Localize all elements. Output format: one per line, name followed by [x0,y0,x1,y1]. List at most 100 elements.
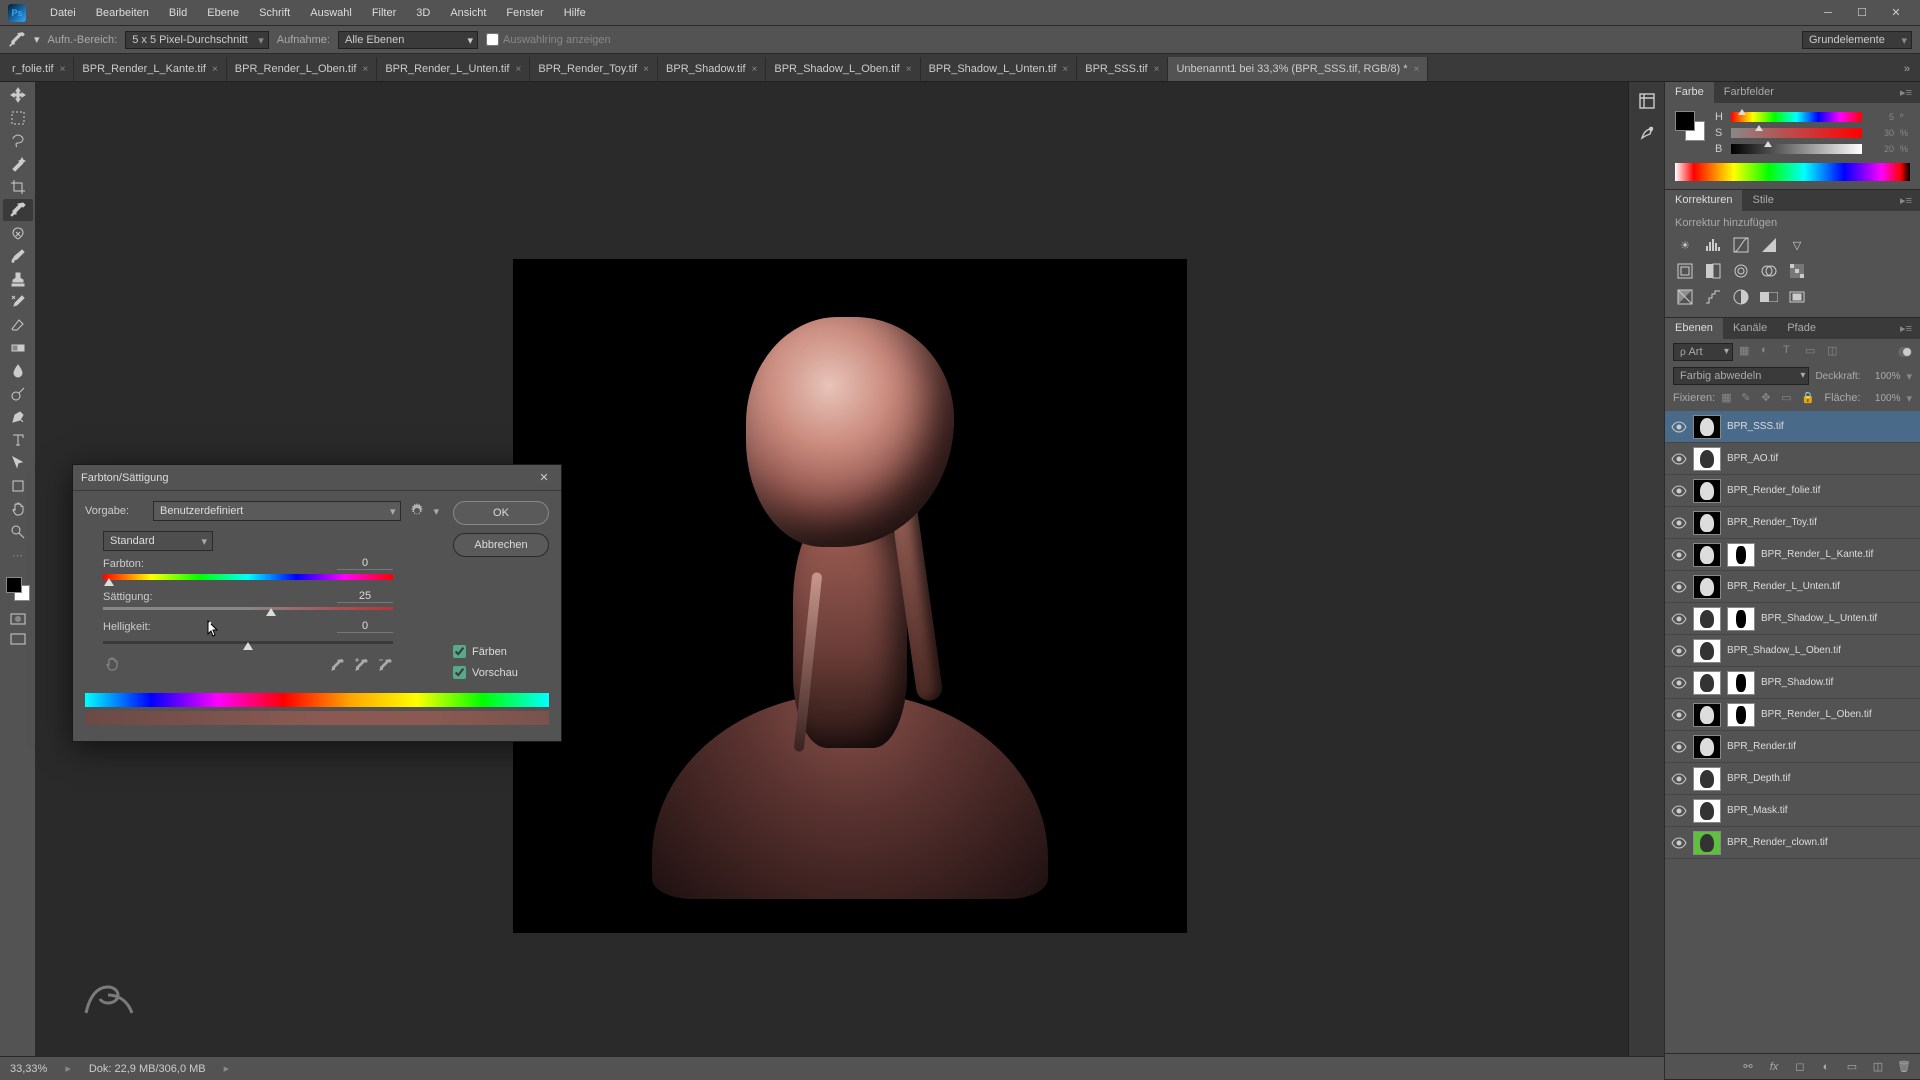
menu-bild[interactable]: Bild [159,3,197,23]
hue-icon[interactable] [1675,261,1695,281]
tab-styles[interactable]: Stile [1742,190,1783,211]
lasso-tool[interactable] [3,130,33,152]
preset-select[interactable]: Benutzerdefiniert [153,501,401,521]
layer-thumb[interactable] [1693,511,1721,535]
document-tab[interactable]: BPR_Shadow.tif× [658,57,766,81]
document-tab[interactable]: BPR_Render_L_Oben.tif× [227,57,378,81]
menu-ebene[interactable]: Ebene [197,3,249,23]
layer-row[interactable]: BPR_AO.tif [1665,443,1920,475]
tab-close-icon[interactable]: × [515,64,521,75]
visibility-icon[interactable] [1665,517,1693,529]
document-tab[interactable]: r_folie.tif× [4,57,74,81]
lock-paint-icon[interactable]: ✎ [1741,391,1755,405]
pen-tool[interactable] [3,406,33,428]
visibility-icon[interactable] [1665,645,1693,657]
layer-row[interactable]: BPR_SSS.tif [1665,411,1920,443]
visibility-icon[interactable] [1665,741,1693,753]
layer-thumb[interactable] [1693,543,1721,567]
tab-close-icon[interactable]: × [1414,64,1420,75]
history-brush-tool[interactable] [3,291,33,313]
eyedropper-plus-icon[interactable] [353,658,369,674]
workspace-select[interactable]: Grundelemente [1802,31,1912,49]
document-canvas[interactable] [513,259,1187,933]
document-tab[interactable]: BPR_Render_L_Unten.tif× [377,57,530,81]
document-tab[interactable]: Unbenannt1 bei 33,3% (BPR_SSS.tif, RGB/8… [1168,57,1428,81]
curves-icon[interactable] [1731,235,1751,255]
path-select-tool[interactable] [3,452,33,474]
lookup-icon[interactable] [1787,261,1807,281]
panel-menu-icon[interactable]: ▸≡ [1892,190,1920,211]
layer-thumb[interactable] [1693,735,1721,759]
tabs-overflow-icon[interactable]: » [1894,57,1920,81]
wand-tool[interactable] [3,153,33,175]
layer-thumb[interactable] [1693,799,1721,823]
group-icon[interactable]: ▭ [1844,1059,1860,1075]
visibility-icon[interactable] [1665,613,1693,625]
lock-position-icon[interactable]: ✥ [1761,391,1775,405]
tab-close-icon[interactable]: × [362,64,368,75]
eyedropper-icon[interactable] [329,658,345,674]
tab-close-icon[interactable]: × [60,64,66,75]
filter-type-icon[interactable]: T [1783,344,1799,360]
tab-adjustments[interactable]: Korrekturen [1665,190,1742,211]
trash-icon[interactable]: 🗑 [1896,1059,1912,1075]
color-swatches[interactable] [1675,111,1705,141]
visibility-icon[interactable] [1665,805,1693,817]
dialog-titlebar[interactable]: Farbton/Sättigung ✕ [73,465,561,491]
sample-layer-select[interactable]: Alle Ebenen▾ [338,31,478,49]
tab-color[interactable]: Farbe [1665,82,1714,103]
link-layers-icon[interactable]: ⚯ [1740,1059,1756,1075]
slider-thumb[interactable] [104,578,114,586]
stamp-tool[interactable] [3,268,33,290]
layer-row[interactable]: BPR_Depth.tif [1665,763,1920,795]
bw-icon[interactable] [1703,261,1723,281]
properties-panel-icon[interactable] [1634,120,1660,146]
slider-value[interactable]: 0 [337,620,393,633]
visibility-icon[interactable] [1665,581,1693,593]
threshold-icon[interactable] [1731,287,1751,307]
fx-icon[interactable]: fx [1766,1059,1782,1075]
mixer-icon[interactable] [1759,261,1779,281]
slider-thumb[interactable] [243,642,253,650]
type-tool[interactable] [3,429,33,451]
mask-icon[interactable]: ◻ [1792,1059,1808,1075]
tab-swatches[interactable]: Farbfelder [1714,82,1784,103]
tab-close-icon[interactable]: × [752,64,758,75]
selective-icon[interactable] [1787,287,1807,307]
tab-layers[interactable]: Ebenen [1665,318,1723,339]
menu-hilfe[interactable]: Hilfe [554,3,596,23]
document-tab[interactable]: BPR_Render_Toy.tif× [530,57,658,81]
filter-adjust-icon[interactable]: ◐ [1761,344,1777,360]
hsb-slider[interactable] [1731,128,1862,138]
slider-track[interactable] [103,574,393,580]
eyedropper-minus-icon[interactable] [377,658,393,674]
menu-filter[interactable]: Filter [362,3,406,23]
layer-row[interactable]: BPR_Mask.tif [1665,795,1920,827]
brightness-icon[interactable]: ☀ [1675,235,1695,255]
layer-row[interactable]: BPR_Render_Toy.tif [1665,507,1920,539]
window-minimize[interactable]: ─ [1812,3,1844,23]
hand-icon[interactable] [103,655,121,673]
hsb-value[interactable]: 30 [1868,128,1894,138]
layer-filter-select[interactable]: ρ Art [1673,343,1733,361]
lock-all-icon[interactable]: 🔒 [1801,391,1815,405]
layer-thumb[interactable] [1693,671,1721,695]
layer-mask-thumb[interactable] [1727,703,1755,727]
tab-close-icon[interactable]: × [1154,64,1160,75]
visibility-icon[interactable] [1665,453,1693,465]
slider-value[interactable]: 25 [337,590,393,603]
layer-thumb[interactable] [1693,831,1721,855]
blend-mode-select[interactable]: Farbig abwedeln [1673,367,1809,385]
spectrum-bar[interactable] [1675,163,1910,181]
layer-thumb[interactable] [1693,639,1721,663]
marquee-tool[interactable] [3,107,33,129]
adjustment-layer-icon[interactable]: ◐ [1818,1059,1834,1075]
layer-row[interactable]: BPR_Shadow_L_Oben.tif [1665,635,1920,667]
tab-paths[interactable]: Pfade [1777,318,1826,339]
zoom-tool[interactable] [3,521,33,543]
move-tool[interactable] [3,84,33,106]
blur-tool[interactable] [3,360,33,382]
menu-bearbeiten[interactable]: Bearbeiten [86,3,159,23]
lock-artboard-icon[interactable]: ▭ [1781,391,1795,405]
hand-tool[interactable] [3,498,33,520]
